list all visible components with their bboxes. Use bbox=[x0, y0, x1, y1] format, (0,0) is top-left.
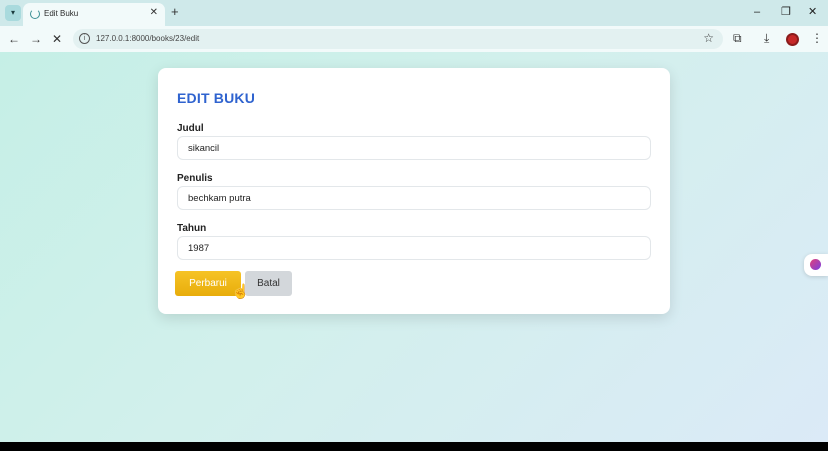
page-viewport: EDIT BUKU Judul Penulis Tahun Perbarui B… bbox=[0, 52, 828, 442]
bookmark-star-icon[interactable]: ☆ bbox=[703, 31, 714, 45]
author-input[interactable] bbox=[177, 186, 651, 210]
tab-title: Edit Buku bbox=[44, 9, 79, 18]
profile-avatar[interactable] bbox=[786, 33, 799, 46]
back-icon[interactable]: ← bbox=[8, 32, 20, 46]
hand-pointer-cursor-icon: ☝ bbox=[232, 283, 250, 299]
bottom-letterbox bbox=[0, 442, 828, 451]
loading-spinner-icon bbox=[30, 9, 40, 19]
minimize-icon[interactable]: – bbox=[754, 5, 760, 19]
restore-icon[interactable]: ❐ bbox=[781, 5, 791, 19]
browser-toolbar: ← → ✕ i 127.0.0.1:8000/books/23/edit ☆ ⧉… bbox=[0, 26, 828, 52]
year-label: Tahun bbox=[177, 223, 207, 234]
tab-strip: ▾ Edit Buku ✕ + – ❐ ✕ bbox=[0, 0, 828, 26]
author-label: Penulis bbox=[177, 173, 213, 184]
floating-assistant-widget[interactable] bbox=[804, 254, 828, 276]
page-title: EDIT BUKU bbox=[177, 90, 256, 106]
new-tab-button[interactable]: + bbox=[171, 5, 179, 19]
assistant-logo-icon bbox=[810, 259, 821, 270]
tab-edit-buku[interactable]: Edit Buku ✕ bbox=[23, 3, 165, 26]
cancel-button[interactable]: Batal bbox=[245, 271, 292, 296]
tab-search-button[interactable]: ▾ bbox=[5, 5, 21, 21]
tab-close-icon[interactable]: ✕ bbox=[150, 7, 158, 18]
stop-loading-icon[interactable]: ✕ bbox=[52, 32, 62, 46]
close-window-icon[interactable]: ✕ bbox=[808, 5, 817, 19]
url-text[interactable]: 127.0.0.1:8000/books/23/edit bbox=[96, 34, 199, 43]
forward-icon[interactable]: → bbox=[30, 32, 42, 46]
menu-kebab-icon[interactable]: ⋮ bbox=[811, 31, 823, 45]
site-info-icon[interactable]: i bbox=[79, 33, 90, 44]
download-icon[interactable]: ⤓ bbox=[764, 31, 769, 45]
title-input[interactable] bbox=[177, 136, 651, 160]
extensions-icon[interactable]: ⧉ bbox=[733, 31, 742, 45]
edit-book-card: EDIT BUKU Judul Penulis Tahun Perbarui B… bbox=[158, 68, 670, 314]
title-label: Judul bbox=[177, 123, 204, 134]
address-bar[interactable]: i 127.0.0.1:8000/books/23/edit ☆ bbox=[73, 29, 723, 49]
year-input[interactable] bbox=[177, 236, 651, 260]
